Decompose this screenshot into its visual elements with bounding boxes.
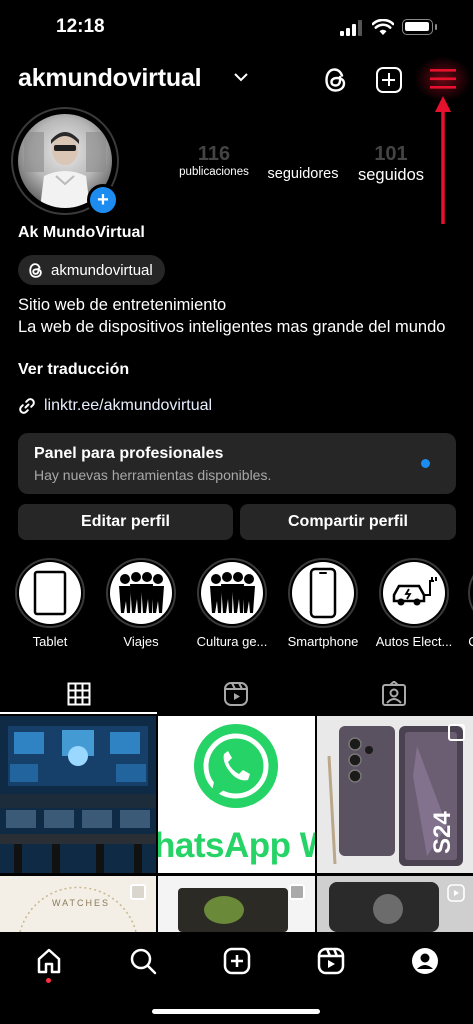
- smartphone-icon: [309, 567, 337, 619]
- carousel-icon: [130, 884, 146, 900]
- notification-dot: [421, 459, 430, 468]
- link-icon: [19, 398, 35, 414]
- tablet-icon: [33, 570, 67, 616]
- create-icon: [223, 947, 251, 975]
- reels-icon: [224, 682, 248, 706]
- bio-line: La web de dispositivos inteligentes mas …: [18, 318, 446, 336]
- people-icon: [119, 572, 164, 613]
- grid-icon: [67, 682, 91, 706]
- wifi-icon: [372, 19, 394, 35]
- reels-icon: [317, 947, 345, 975]
- highlight-partial[interactable]: C: [468, 558, 473, 649]
- share-profile-button[interactable]: Compartir perfil: [240, 504, 456, 540]
- threads-small-icon: [29, 262, 42, 278]
- post-thumbnail[interactable]: hatsApp W: [158, 716, 315, 873]
- account-switcher[interactable]: akmundovirtual: [18, 64, 202, 93]
- professional-dashboard[interactable]: Panel para profesionales Hay nuevas herr…: [18, 433, 456, 494]
- see-translation-link[interactable]: Ver traducción: [18, 361, 129, 379]
- red-arrow-annotation: [435, 96, 451, 224]
- electric-car-icon: [392, 577, 437, 606]
- add-story-button[interactable]: +: [87, 184, 119, 216]
- stat-following-number: 101: [374, 143, 408, 165]
- tab-tagged[interactable]: [374, 680, 414, 708]
- battery-icon: [402, 19, 433, 35]
- panel-subtitle: Hay nuevas herramientas disponibles.: [34, 467, 272, 483]
- reel-icon: [447, 884, 465, 902]
- stat-followers-number: [262, 143, 344, 166]
- tagged-icon: [382, 681, 406, 706]
- post-thumbnail[interactable]: [158, 876, 315, 932]
- post-caption-text: WATCHES: [52, 898, 110, 908]
- stat-following-label: seguidos: [357, 166, 425, 184]
- panel-title: Panel para profesionales: [34, 445, 224, 462]
- edit-profile-button[interactable]: Editar perfil: [18, 504, 233, 540]
- signal-icon: [340, 20, 362, 36]
- nav-search[interactable]: [127, 945, 159, 977]
- menu-icon[interactable]: [430, 68, 456, 90]
- highlight-tablet[interactable]: Tablet: [13, 558, 87, 649]
- bio-line: Sitio web de entretenimiento: [18, 296, 227, 314]
- highlight-label: Cultura ge...: [196, 634, 268, 649]
- create-post-icon[interactable]: [376, 67, 402, 93]
- notification-dot: [46, 978, 51, 983]
- stat-following[interactable]: 101 seguidos: [350, 143, 432, 185]
- post-thumbnail[interactable]: [317, 876, 473, 932]
- threads-handle: akmundovirtual: [51, 261, 153, 279]
- nav-reels[interactable]: [315, 945, 347, 977]
- status-time: 12:18: [56, 16, 105, 37]
- post-thumbnail[interactable]: S24: [317, 716, 473, 873]
- home-indicator: [152, 1009, 320, 1014]
- profile-link[interactable]: linktr.ee/akmundovirtual: [18, 397, 212, 415]
- nav-profile[interactable]: [409, 945, 441, 977]
- highlight-label: Smartphone: [287, 634, 359, 649]
- stat-posts[interactable]: 116 publicaciones: [173, 143, 255, 178]
- stat-followers[interactable]: seguidores: [262, 143, 344, 182]
- bio: Sitio web de entretenimiento La web de d…: [18, 294, 468, 338]
- highlight-label: Tablet: [32, 634, 68, 649]
- highlight-smartphone[interactable]: Smartphone: [286, 558, 360, 649]
- profile-link-text: linktr.ee/akmundovirtual: [44, 397, 213, 414]
- search-icon: [130, 948, 157, 975]
- stat-posts-label: publicaciones: [179, 166, 249, 178]
- nav-create[interactable]: [221, 945, 253, 977]
- post-caption-text: hatsApp W: [158, 826, 315, 865]
- highlight-label: C: [468, 634, 473, 649]
- threads-badge[interactable]: akmundovirtual: [18, 255, 165, 285]
- threads-icon[interactable]: [323, 66, 349, 94]
- nav-home[interactable]: [33, 945, 65, 977]
- home-icon: [37, 948, 61, 974]
- post-caption-text: S24: [429, 811, 456, 854]
- chevron-down-icon[interactable]: [234, 72, 248, 82]
- highlight-cultura[interactable]: Cultura ge...: [195, 558, 269, 649]
- carousel-icon: [448, 724, 465, 741]
- highlight-label: Viajes: [123, 634, 159, 649]
- stat-followers-label: seguidores: [267, 166, 339, 182]
- active-tab-indicator: [0, 712, 157, 714]
- post-thumbnail[interactable]: WATCHES: [0, 876, 156, 932]
- display-name: Ak MundoVirtual: [18, 224, 145, 241]
- carousel-icon: [289, 884, 305, 900]
- highlight-autos[interactable]: Autos Elect...: [376, 558, 452, 649]
- stat-posts-number: 116: [197, 143, 231, 165]
- highlight-label: Autos Elect...: [375, 634, 453, 649]
- tab-grid[interactable]: [59, 680, 99, 708]
- profile-icon: [412, 948, 438, 974]
- highlight-viajes[interactable]: Viajes: [104, 558, 178, 649]
- post-thumbnail[interactable]: [0, 716, 156, 873]
- people-icon: [210, 572, 255, 613]
- tab-reels[interactable]: [216, 680, 256, 708]
